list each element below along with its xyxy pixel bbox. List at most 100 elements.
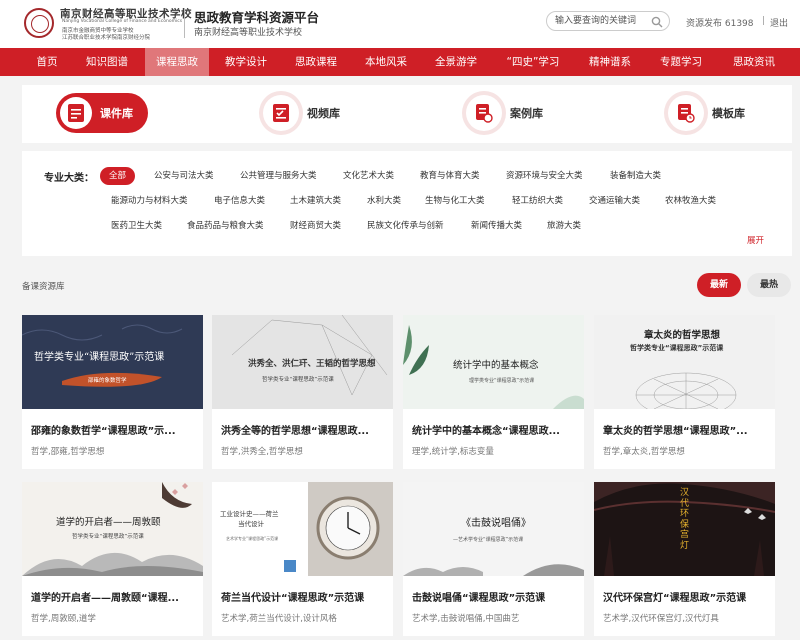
filter-chip[interactable]: 教育与体育大类 xyxy=(420,167,480,185)
filter-chip[interactable]: 装备制造大类 xyxy=(610,167,661,185)
nav-item-local-style[interactable]: 本地风采 xyxy=(355,48,417,76)
card-title: 击鼓说唱俑“课程思政”示范课 xyxy=(412,593,546,604)
nav-item-panorama-tour[interactable]: 全景游学 xyxy=(425,48,487,76)
filter-chip-all[interactable]: 全部 xyxy=(100,167,136,185)
resource-card[interactable]: 洪秀全、洪仁玕、王韬的哲学思想 哲学类专业“课程思政”示范课 洪秀全等的哲学思想… xyxy=(212,315,393,469)
tab-template[interactable]: 模板库 xyxy=(668,93,748,133)
card-thumb-subtitle: 哲学类专业“课程思政”示范课 xyxy=(630,344,724,352)
tab-courseware[interactable]: 课件库 xyxy=(56,93,148,133)
card-title: 邵雍的象数哲学“课程思政”示... xyxy=(31,426,176,437)
tab-case[interactable]: 案例库 xyxy=(466,93,546,133)
filter-chip[interactable]: 医药卫生大类 xyxy=(111,217,162,235)
section-label: 备课资源库 xyxy=(22,282,65,292)
main-nav: 首页 知识图谱 课程思政 教学设计 思政课程 本地风采 全景游学 “四史”学习 … xyxy=(0,48,800,76)
tab-video-label: 视频库 xyxy=(307,107,340,120)
filter-chip[interactable]: 资源环境与安全大类 xyxy=(506,167,583,185)
card-title: 洪秀全等的哲学思想“课程思政... xyxy=(221,426,369,437)
card-thumb-subtitle: 艺术学专业“课程思政”示范课 xyxy=(226,536,279,541)
filter-chip[interactable]: 公共管理与服务大类 xyxy=(240,167,317,185)
card-thumb-art xyxy=(22,482,203,576)
card-title: 章太炎的哲学思想“课程思政”... xyxy=(603,426,748,437)
nav-item-ideology-course[interactable]: 思政课程 xyxy=(285,48,347,76)
card-title: 道学的开启者——周敦颐“课程... xyxy=(31,593,179,604)
filter-chip[interactable]: 文化艺术大类 xyxy=(343,167,394,185)
card-thumb-art xyxy=(403,564,584,576)
tab-template-label: 模板库 xyxy=(712,107,745,120)
filter-chip[interactable]: 生物与化工大类 xyxy=(425,192,485,210)
resource-count: 资源发布 61398 xyxy=(686,19,754,29)
filter-chip[interactable]: 土木建筑大类 xyxy=(290,192,341,210)
card-thumbnail: 洪秀全、洪仁玕、王韬的哲学思想 哲学类专业“课程思政”示范课 xyxy=(212,315,393,409)
filter-chip[interactable]: 旅游大类 xyxy=(547,217,581,235)
template-icon xyxy=(668,95,704,131)
nav-item-four-histories[interactable]: “四史”学习 xyxy=(496,48,570,76)
sort-newest-button[interactable]: 最新 xyxy=(697,273,741,297)
filter-chip[interactable]: 农林牧渔大类 xyxy=(665,192,716,210)
top-header: 南京财经高等职业技术学校 Nanjing Vocational College … xyxy=(0,0,800,48)
resource-card[interactable]: 道学的开启者——周敦颐 哲学类专业“课程思政”示范课 道学的开启者——周敦颐“课… xyxy=(22,482,203,636)
card-thumb-art xyxy=(284,482,393,576)
courseware-icon xyxy=(60,97,92,129)
card-thumb-title: 汉代环保宫灯 xyxy=(680,488,690,551)
tab-case-label: 案例库 xyxy=(510,107,543,120)
nav-item-ideology-news[interactable]: 思政资讯 xyxy=(722,48,786,76)
card-thumb-title: 洪秀全、洪仁玕、王韬的哲学思想 xyxy=(248,359,376,369)
card-thumbnail: 《击鼓说唱俑》 —艺术学专业“课程思政”示范课 xyxy=(403,482,584,576)
filter-chip[interactable]: 轻工纺织大类 xyxy=(512,192,563,210)
card-tags: 哲学,邵雍,哲学思想 xyxy=(31,447,105,457)
logo-divider xyxy=(184,8,185,38)
card-thumb-subtitle: 邵雍的象数哲学 xyxy=(88,378,127,384)
nav-item-home[interactable]: 首页 xyxy=(22,48,72,76)
card-thumb-subtitle: 哲学类专业“课程思政”示范课 xyxy=(72,534,144,540)
card-thumbnail: 统计学中的基本概念 理学类专业“课程思政”示范课 xyxy=(403,315,584,409)
header-separator: | xyxy=(762,16,766,26)
filter-chip[interactable]: 能源动力与材料大类 xyxy=(111,192,188,210)
platform-subtitle: 南京财经高等职业技术学校 xyxy=(194,28,303,38)
search-icon[interactable] xyxy=(651,16,663,28)
resource-card[interactable]: 统计学中的基本概念 理学类专业“课程思政”示范课 统计学中的基本概念“课程思政.… xyxy=(403,315,584,469)
nav-item-course-ideology[interactable]: 课程思政 xyxy=(145,48,209,76)
filter-chip[interactable]: 水利大类 xyxy=(367,192,401,210)
logout-link[interactable]: 退出 xyxy=(770,16,788,29)
card-thumb-subtitle: 哲学类专业“课程思政”示范课 xyxy=(262,377,334,383)
card-tags: 理学,统计学,标志变量 xyxy=(412,447,494,457)
card-thumbnail: 道学的开启者——周敦颐 哲学类专业“课程思政”示范课 xyxy=(22,482,203,576)
card-thumb-title: 统计学中的基本概念 xyxy=(453,360,539,371)
resource-card[interactable]: 《击鼓说唱俑》 —艺术学专业“课程思政”示范课 击鼓说唱俑“课程思政”示范课 艺… xyxy=(403,482,584,636)
filter-chip[interactable]: 电子信息大类 xyxy=(214,192,265,210)
resource-card[interactable]: 汉代环保宫灯 汉代环保宫灯“课程思政”示范课 艺术学,汉代环保宫灯,汉代灯具 xyxy=(594,482,775,636)
video-icon xyxy=(263,95,299,131)
filter-chip[interactable]: 民族文化传承与创新 xyxy=(367,217,444,235)
expand-filters-link[interactable]: 展开 xyxy=(747,234,764,246)
nav-item-teaching-design[interactable]: 教学设计 xyxy=(215,48,277,76)
card-tags: 艺术学,荷兰当代设计,设计风格 xyxy=(221,614,337,624)
card-thumbnail: 工业设计史——荷兰 当代设计 艺术学专业“课程思政”示范课 xyxy=(212,482,393,576)
sort-hottest-button[interactable]: 最热 xyxy=(747,273,791,297)
school-english-name: Nanjing Vocational College of Finance an… xyxy=(62,19,183,24)
library-tab-bar: 课件库 视频库 案例库 模板库 xyxy=(22,85,792,143)
nav-item-knowledge-graph[interactable]: 知识图谱 xyxy=(75,48,139,76)
card-thumb-title-line2: 当代设计 xyxy=(238,520,264,528)
nav-item-topic-study[interactable]: 专题学习 xyxy=(650,48,712,76)
card-thumbnail: 哲学类专业“课程思政”示范课 邵雍的象数哲学 xyxy=(22,315,203,409)
filter-chip[interactable]: 公安与司法大类 xyxy=(154,167,214,185)
filter-label: 专业大类： xyxy=(44,173,94,184)
card-thumb-title: 道学的开启者——周敦颐 xyxy=(56,517,161,528)
card-thumbnail: 章太炎的哲学思想 哲学类专业“课程思政”示范课 xyxy=(594,315,775,409)
school-logo-icon[interactable] xyxy=(24,8,54,38)
filter-chip[interactable]: 新闻传播大类 xyxy=(471,217,522,235)
search-input[interactable] xyxy=(555,14,651,28)
tab-video[interactable]: 视频库 xyxy=(263,93,343,133)
card-title: 汉代环保宫灯“课程思政”示范课 xyxy=(603,593,747,604)
resource-card[interactable]: 哲学类专业“课程思政”示范课 邵雍的象数哲学 邵雍的象数哲学“课程思政”示...… xyxy=(22,315,203,469)
filter-chip[interactable]: 交通运输大类 xyxy=(589,192,640,210)
resource-card[interactable]: 工业设计史——荷兰 当代设计 艺术学专业“课程思政”示范课 荷兰当代设计“课程思… xyxy=(212,482,393,636)
school-sub-name-2: 江苏联合职业技术学院南京财经分院 xyxy=(62,35,151,41)
filter-chip[interactable]: 食品药品与粮食大类 xyxy=(187,217,264,235)
nav-item-spirit-lineage[interactable]: 精神谱系 xyxy=(580,48,640,76)
card-thumbnail: 汉代环保宫灯 xyxy=(594,482,775,576)
resource-card[interactable]: 章太炎的哲学思想 哲学类专业“课程思政”示范课 章太炎的哲学思想“课程思政”..… xyxy=(594,315,775,469)
filter-chip[interactable]: 财经商贸大类 xyxy=(290,217,341,235)
card-thumb-title: 章太炎的哲学思想 xyxy=(644,330,721,341)
platform-title: 思政教育学科资源平台 xyxy=(194,10,320,25)
